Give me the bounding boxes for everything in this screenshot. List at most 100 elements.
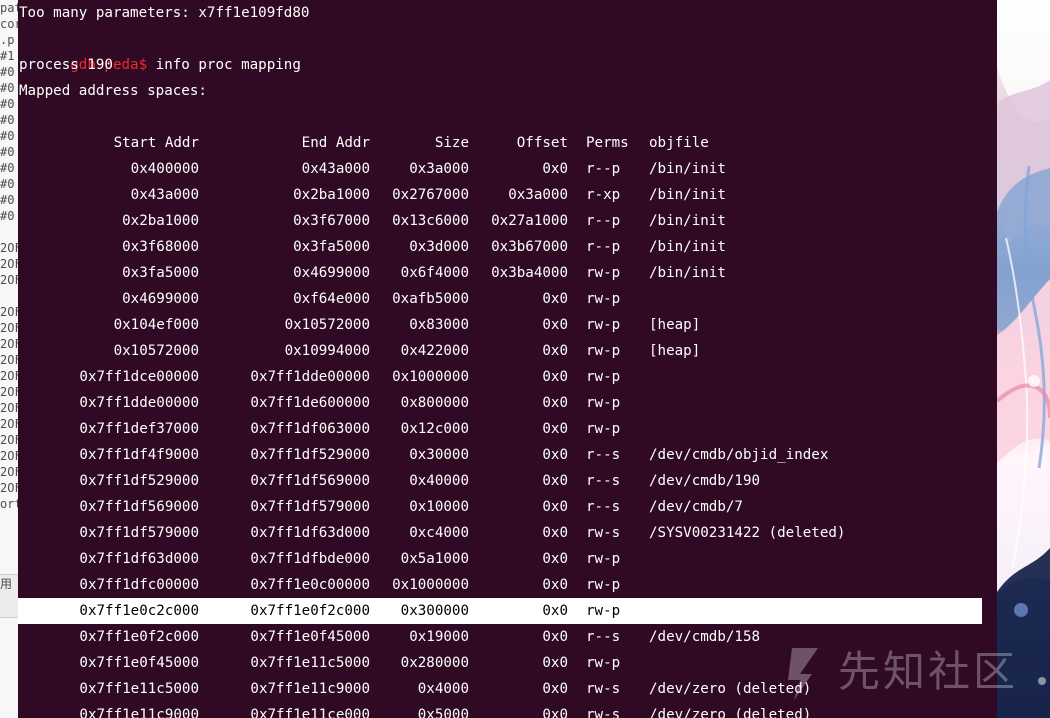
objfile-cell: /dev/cmdb/7 — [649, 499, 743, 515]
highlighted-mapping-row[interactable]: 0x7ff1e0c2c000 0x7ff1e0f2c000 0x300000 0x0 r… — [18, 598, 982, 624]
mapping-row[interactable]: 0x3f68000 0x3fa5000 0x3d000 0x3b67000 r--p/b… — [18, 234, 997, 260]
size-cell: 0x280000 — [400, 655, 469, 671]
mapping-row[interactable]: 0x7ff1dce00000 0x7ff1dde00000 0x1000000 0x0… — [18, 364, 997, 390]
permissions-cell: rw-p — [586, 369, 621, 385]
memory-mapping-table: Start Addr End Addr Size Offset Perms ob… — [18, 130, 997, 718]
end-address-cell: 0x7ff1dfbde000 — [250, 551, 370, 567]
size-cell: 0x5000 — [417, 707, 469, 718]
background-text-fragment — [0, 560, 18, 576]
mapped-address-heading: Mapped address spaces: — [19, 83, 207, 99]
mapping-row[interactable]: 0x7ff1df579000 0x7ff1df63d000 0xc4000 0x0 rw… — [18, 520, 997, 546]
offset-cell: 0x0 — [542, 317, 568, 333]
start-address-cell: 0x7ff1dce00000 — [79, 369, 199, 385]
objfile-cell: /dev/cmdb/158 — [649, 629, 761, 645]
permissions-cell: rw-p — [586, 395, 621, 411]
background-text-fragment — [0, 512, 18, 528]
mapping-row[interactable]: 0x10572000 0x10994000 0x422000 0x0 rw-p [heap… — [18, 338, 997, 364]
mapping-row[interactable]: 0x7ff1e11c9000 0x7ff1e11ce000 0x5000 0x0 rw-… — [18, 702, 997, 718]
wallpaper-illustration-icon — [997, 0, 1050, 718]
size-cell: 0x2767000 — [392, 187, 469, 203]
mapping-row[interactable]: 0x2ba1000 0x3f67000 0x13c6000 0x27a1000 r--p… — [18, 208, 997, 234]
background-text-fragment: 2OF — [0, 353, 18, 367]
size-cell: 0x3d000 — [409, 239, 469, 255]
objfile-cell — [649, 364, 969, 390]
permissions-cell: rw-p — [586, 421, 621, 437]
mapping-row[interactable]: 0x7ff1e0f2c000 0x7ff1e0f45000 0x19000 0x0 r-… — [18, 624, 997, 650]
background-text-fragment: ort — [0, 497, 18, 511]
mapping-row[interactable]: 0x3fa5000 0x4699000 0x6f4000 0x3ba4000 rw-p /… — [18, 260, 997, 286]
background-text-fragment: 用 — [0, 577, 13, 591]
end-address-cell: 0x7ff1df063000 — [250, 421, 370, 437]
offset-cell: 0x0 — [542, 629, 568, 645]
start-address-cell: 0x7ff1df529000 — [79, 473, 199, 489]
offset-cell: 0x0 — [542, 551, 568, 567]
start-address-cell: 0x7ff1dfc00000 — [79, 577, 199, 593]
mapping-row[interactable]: 0x7ff1df4f9000 0x7ff1df529000 0x30000 0x0 r-… — [18, 442, 997, 468]
end-address-cell: 0xf64e000 — [293, 291, 370, 307]
end-address-cell: 0x4699000 — [293, 265, 370, 281]
size-header: Size — [434, 135, 469, 151]
gdb-command: info proc mapping — [147, 57, 301, 73]
objfile-cell — [649, 416, 969, 442]
offset-cell: 0x0 — [542, 525, 568, 541]
size-cell: 0x1000000 — [392, 369, 469, 385]
end-address-cell: 0x7ff1df529000 — [250, 447, 370, 463]
mapping-row[interactable]: 0x7ff1dfc00000 0x7ff1e0c00000 0x1000000 0x0… — [18, 572, 997, 598]
mapping-row[interactable]: 0x104ef000 0x10572000 0x83000 0x0 rw-p [heap] — [18, 312, 997, 338]
offset-cell: 0x0 — [542, 655, 568, 671]
end-address-cell: 0x3f67000 — [293, 213, 370, 229]
start-address-cell: 0x7ff1dde00000 — [79, 395, 199, 411]
background-text-fragment — [0, 288, 18, 304]
mapping-row[interactable]: 0x4699000 0xf64e000 0xafb5000 0x0 rw-p — [18, 286, 997, 312]
objfile-cell — [649, 286, 969, 312]
size-cell: 0x800000 — [400, 395, 469, 411]
objfile-cell: [heap] — [649, 317, 701, 333]
permissions-cell: rw-s — [586, 681, 621, 697]
objfile-cell: /dev/zero (deleted) — [649, 707, 812, 718]
gdb-terminal[interactable]: Too many parameters: x7ff1e109fd80 gdb-p… — [18, 0, 997, 718]
offset-cell: 0x0 — [542, 499, 568, 515]
offset-cell: 0x27a1000 — [491, 213, 568, 229]
objfile-cell: /dev/cmdb/190 — [649, 473, 761, 489]
offset-header: Offset — [516, 135, 568, 151]
permissions-cell: rw-p — [586, 317, 621, 333]
background-text-fragment: 2OF — [0, 369, 18, 383]
offset-cell: 0x0 — [542, 421, 568, 437]
start-address-cell: 0x7ff1e0f2c000 — [79, 629, 199, 645]
mapping-row[interactable]: 0x400000 0x43a000 0x3a000 0x0 r--p/bin/init — [18, 156, 997, 182]
permissions-cell: r--p — [586, 239, 621, 255]
offset-cell: 0x3a000 — [508, 187, 568, 203]
objfile-cell: /bin/init — [649, 161, 726, 177]
size-cell: 0x1000000 — [392, 577, 469, 593]
mapping-row[interactable]: 0x7ff1e0f45000 0x7ff1e11c5000 0x280000 0x0 r… — [18, 650, 997, 676]
end-address-cell: 0x7ff1df579000 — [250, 499, 370, 515]
start-address-cell: 0x3fa5000 — [122, 265, 199, 281]
error-line: Too many parameters: x7ff1e109fd80 — [19, 5, 310, 21]
start-address-cell: 0x7ff1df569000 — [79, 499, 199, 515]
mapping-row[interactable]: 0x7ff1e11c5000 0x7ff1e11c9000 0x4000 0x0 rw-… — [18, 676, 997, 702]
background-text-fragment — [0, 224, 18, 240]
command-line: gdb-peda$ info proc mapping — [19, 26, 301, 73]
size-cell: 0x422000 — [400, 343, 469, 359]
background-text-fragment: 2OF — [0, 337, 18, 351]
start-address-cell: 0x7ff1df579000 — [79, 525, 199, 541]
background-text-fragment: 2OF — [0, 241, 18, 255]
start-address-cell: 0x7ff1def37000 — [79, 421, 199, 437]
start-address-cell: 0x10572000 — [113, 343, 199, 359]
permissions-cell: rw-p — [586, 551, 621, 567]
background-text-fragment: #0 — [0, 177, 15, 191]
mapping-row[interactable]: 0x43a000 0x2ba1000 0x2767000 0x3a000 r-xp/bi… — [18, 182, 997, 208]
mapping-row[interactable]: 0x7ff1def37000 0x7ff1df063000 0x12c000 0x0 r… — [18, 416, 997, 442]
permissions-cell: r--s — [586, 629, 621, 645]
permissions-cell: r--s — [586, 447, 621, 463]
mapping-row[interactable]: 0x7ff1df529000 0x7ff1df569000 0x40000 0x0 r-… — [18, 468, 997, 494]
size-cell: 0x40000 — [409, 473, 469, 489]
objfile-cell — [649, 572, 969, 598]
mapping-row[interactable]: 0x7ff1df569000 0x7ff1df579000 0x10000 0x0 r-… — [18, 494, 997, 520]
mapping-row[interactable]: 0x7ff1df63d000 0x7ff1dfbde000 0x5a1000 0x0 r… — [18, 546, 997, 572]
permissions-cell: rw-p — [586, 291, 621, 307]
size-cell: 0x4000 — [417, 681, 469, 697]
background-text-fragment: 2OF — [0, 273, 18, 287]
objfile-cell — [649, 546, 969, 572]
mapping-row[interactable]: 0x7ff1dde00000 0x7ff1de600000 0x800000 0x0 r… — [18, 390, 997, 416]
